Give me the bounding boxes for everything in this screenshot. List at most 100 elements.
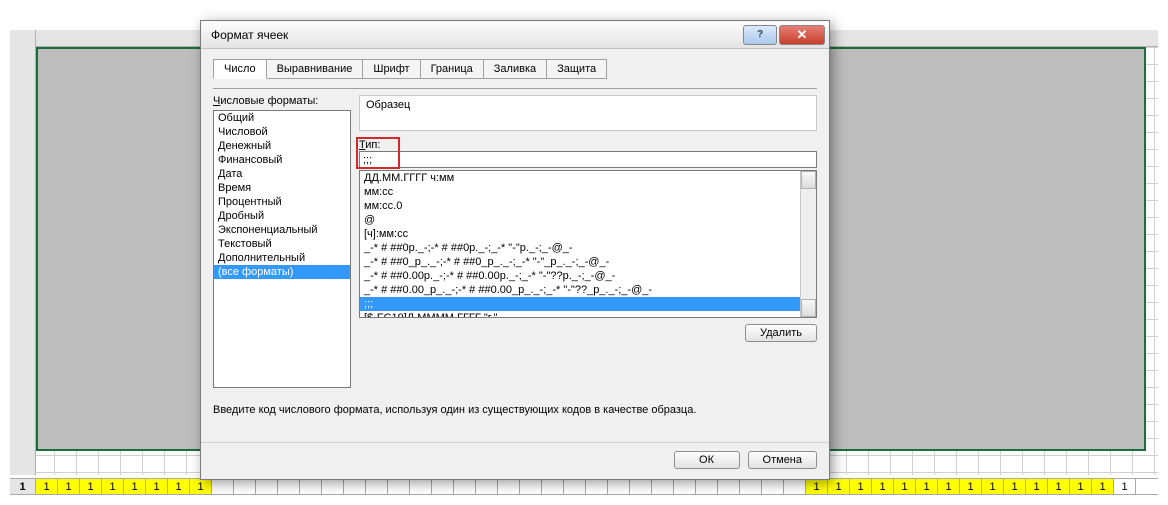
hint-text: Введите код числового формата, используя…: [213, 404, 817, 416]
data-cell[interactable]: [608, 479, 630, 494]
category-item[interactable]: Денежный: [214, 139, 350, 153]
tab-5[interactable]: Защита: [546, 59, 607, 79]
data-cell[interactable]: 1: [806, 479, 828, 494]
formats-label: Числовые форматы:: [213, 95, 351, 107]
dialog-title: Формат ячеек: [211, 28, 741, 42]
data-cell[interactable]: 1: [1004, 479, 1026, 494]
data-cell[interactable]: 1: [850, 479, 872, 494]
data-cell[interactable]: 1: [894, 479, 916, 494]
data-cell[interactable]: [520, 479, 542, 494]
format-item[interactable]: _-* # ##0_р_._-;-* # ##0_р_._-;_-* "-"_р…: [360, 255, 800, 269]
format-item[interactable]: ДД.ММ.ГГГГ ч:мм: [360, 171, 800, 185]
category-item[interactable]: Общий: [214, 111, 350, 125]
data-cell[interactable]: [366, 479, 388, 494]
format-item[interactable]: [ч]:мм:сс: [360, 227, 800, 241]
category-item[interactable]: (все форматы): [214, 265, 350, 279]
data-cell[interactable]: [630, 479, 652, 494]
scrollbar[interactable]: [800, 171, 816, 317]
data-cell[interactable]: 1: [938, 479, 960, 494]
ok-button[interactable]: ОК: [674, 451, 740, 469]
category-item[interactable]: Дополнительный: [214, 251, 350, 265]
data-cell[interactable]: 1: [36, 479, 58, 494]
format-item[interactable]: @: [360, 213, 800, 227]
category-item[interactable]: Время: [214, 181, 350, 195]
data-cell[interactable]: 1: [102, 479, 124, 494]
category-item[interactable]: Экспоненциальный: [214, 223, 350, 237]
data-cell[interactable]: 1: [1048, 479, 1070, 494]
data-cell[interactable]: [652, 479, 674, 494]
data-cell[interactable]: [498, 479, 520, 494]
data-cell[interactable]: [234, 479, 256, 494]
data-cell[interactable]: [564, 479, 586, 494]
type-input[interactable]: [359, 151, 817, 168]
data-cell[interactable]: [212, 479, 234, 494]
format-cells-dialog: Формат ячеек ? ✕ ЧислоВыравниваниеШрифтГ…: [200, 20, 830, 480]
data-cell[interactable]: [476, 479, 498, 494]
tab-0[interactable]: Число: [213, 59, 267, 79]
data-cell[interactable]: 1: [1114, 479, 1136, 494]
tab-3[interactable]: Граница: [420, 59, 484, 79]
data-cell[interactable]: [718, 479, 740, 494]
row-header-cell: 1: [10, 479, 36, 494]
data-cell[interactable]: [762, 479, 784, 494]
format-item[interactable]: ;;;: [360, 297, 800, 311]
tab-1[interactable]: Выравнивание: [266, 59, 364, 79]
close-button[interactable]: ✕: [779, 25, 825, 45]
format-item[interactable]: _-* # ##0.00р._-;-* # ##0.00р._-;_-* "-"…: [360, 269, 800, 283]
category-item[interactable]: Дата: [214, 167, 350, 181]
titlebar[interactable]: Формат ячеек ? ✕: [201, 21, 829, 49]
data-cell[interactable]: 1: [80, 479, 102, 494]
format-item[interactable]: мм:сс: [360, 185, 800, 199]
help-button[interactable]: ?: [743, 25, 777, 45]
data-cell[interactable]: [344, 479, 366, 494]
data-cell[interactable]: [696, 479, 718, 494]
data-cell[interactable]: [278, 479, 300, 494]
data-cell[interactable]: [454, 479, 476, 494]
tab-2[interactable]: Шрифт: [362, 59, 420, 79]
row-headers: [10, 30, 36, 475]
data-cell[interactable]: [542, 479, 564, 494]
type-label: Тип:: [359, 139, 817, 151]
format-listbox[interactable]: ДД.ММ.ГГГГ ч:мммм:ссмм:сс.0@[ч]:мм:сс_-*…: [359, 170, 817, 318]
data-cell[interactable]: [740, 479, 762, 494]
tab-strip: ЧислоВыравниваниеШрифтГраницаЗаливкаЗащи…: [213, 59, 817, 79]
data-cell[interactable]: 1: [1092, 479, 1114, 494]
visible-data-row: 111111111111111111111111: [10, 478, 1158, 495]
data-cell[interactable]: [322, 479, 344, 494]
data-cell[interactable]: 1: [916, 479, 938, 494]
data-cell[interactable]: 1: [124, 479, 146, 494]
data-cell[interactable]: 1: [982, 479, 1004, 494]
sample-box: Образец: [359, 95, 817, 131]
category-item[interactable]: Числовой: [214, 125, 350, 139]
format-item[interactable]: _-* # ##0р._-;-* # ##0р._-;_-* "-"р._-;_…: [360, 241, 800, 255]
category-item[interactable]: Процентный: [214, 195, 350, 209]
data-cell[interactable]: [256, 479, 278, 494]
data-cell[interactable]: [410, 479, 432, 494]
data-cell[interactable]: [300, 479, 322, 494]
tab-4[interactable]: Заливка: [483, 59, 547, 79]
data-cell[interactable]: 1: [146, 479, 168, 494]
data-cell[interactable]: [674, 479, 696, 494]
data-cell[interactable]: 1: [1026, 479, 1048, 494]
data-cell[interactable]: 1: [960, 479, 982, 494]
category-item[interactable]: Текстовый: [214, 237, 350, 251]
sample-label: Образец: [366, 99, 810, 111]
data-cell[interactable]: 1: [168, 479, 190, 494]
cancel-button[interactable]: Отмена: [748, 451, 817, 469]
data-cell[interactable]: 1: [190, 479, 212, 494]
data-cell[interactable]: [432, 479, 454, 494]
data-cell[interactable]: [784, 479, 806, 494]
data-cell[interactable]: 1: [1070, 479, 1092, 494]
format-item[interactable]: мм:сс.0: [360, 199, 800, 213]
format-item[interactable]: _-* # ##0.00_р_._-;-* # ##0.00_р_._-;_-*…: [360, 283, 800, 297]
data-cell[interactable]: 1: [828, 479, 850, 494]
category-listbox[interactable]: ОбщийЧисловойДенежныйФинансовыйДатаВремя…: [213, 110, 351, 388]
data-cell[interactable]: [586, 479, 608, 494]
data-cell[interactable]: [388, 479, 410, 494]
category-item[interactable]: Финансовый: [214, 153, 350, 167]
delete-button[interactable]: Удалить: [745, 324, 817, 342]
format-item[interactable]: [$-FC19]Д ММММ ГГГГ "г.": [360, 311, 800, 318]
data-cell[interactable]: 1: [58, 479, 80, 494]
category-item[interactable]: Дробный: [214, 209, 350, 223]
data-cell[interactable]: 1: [872, 479, 894, 494]
